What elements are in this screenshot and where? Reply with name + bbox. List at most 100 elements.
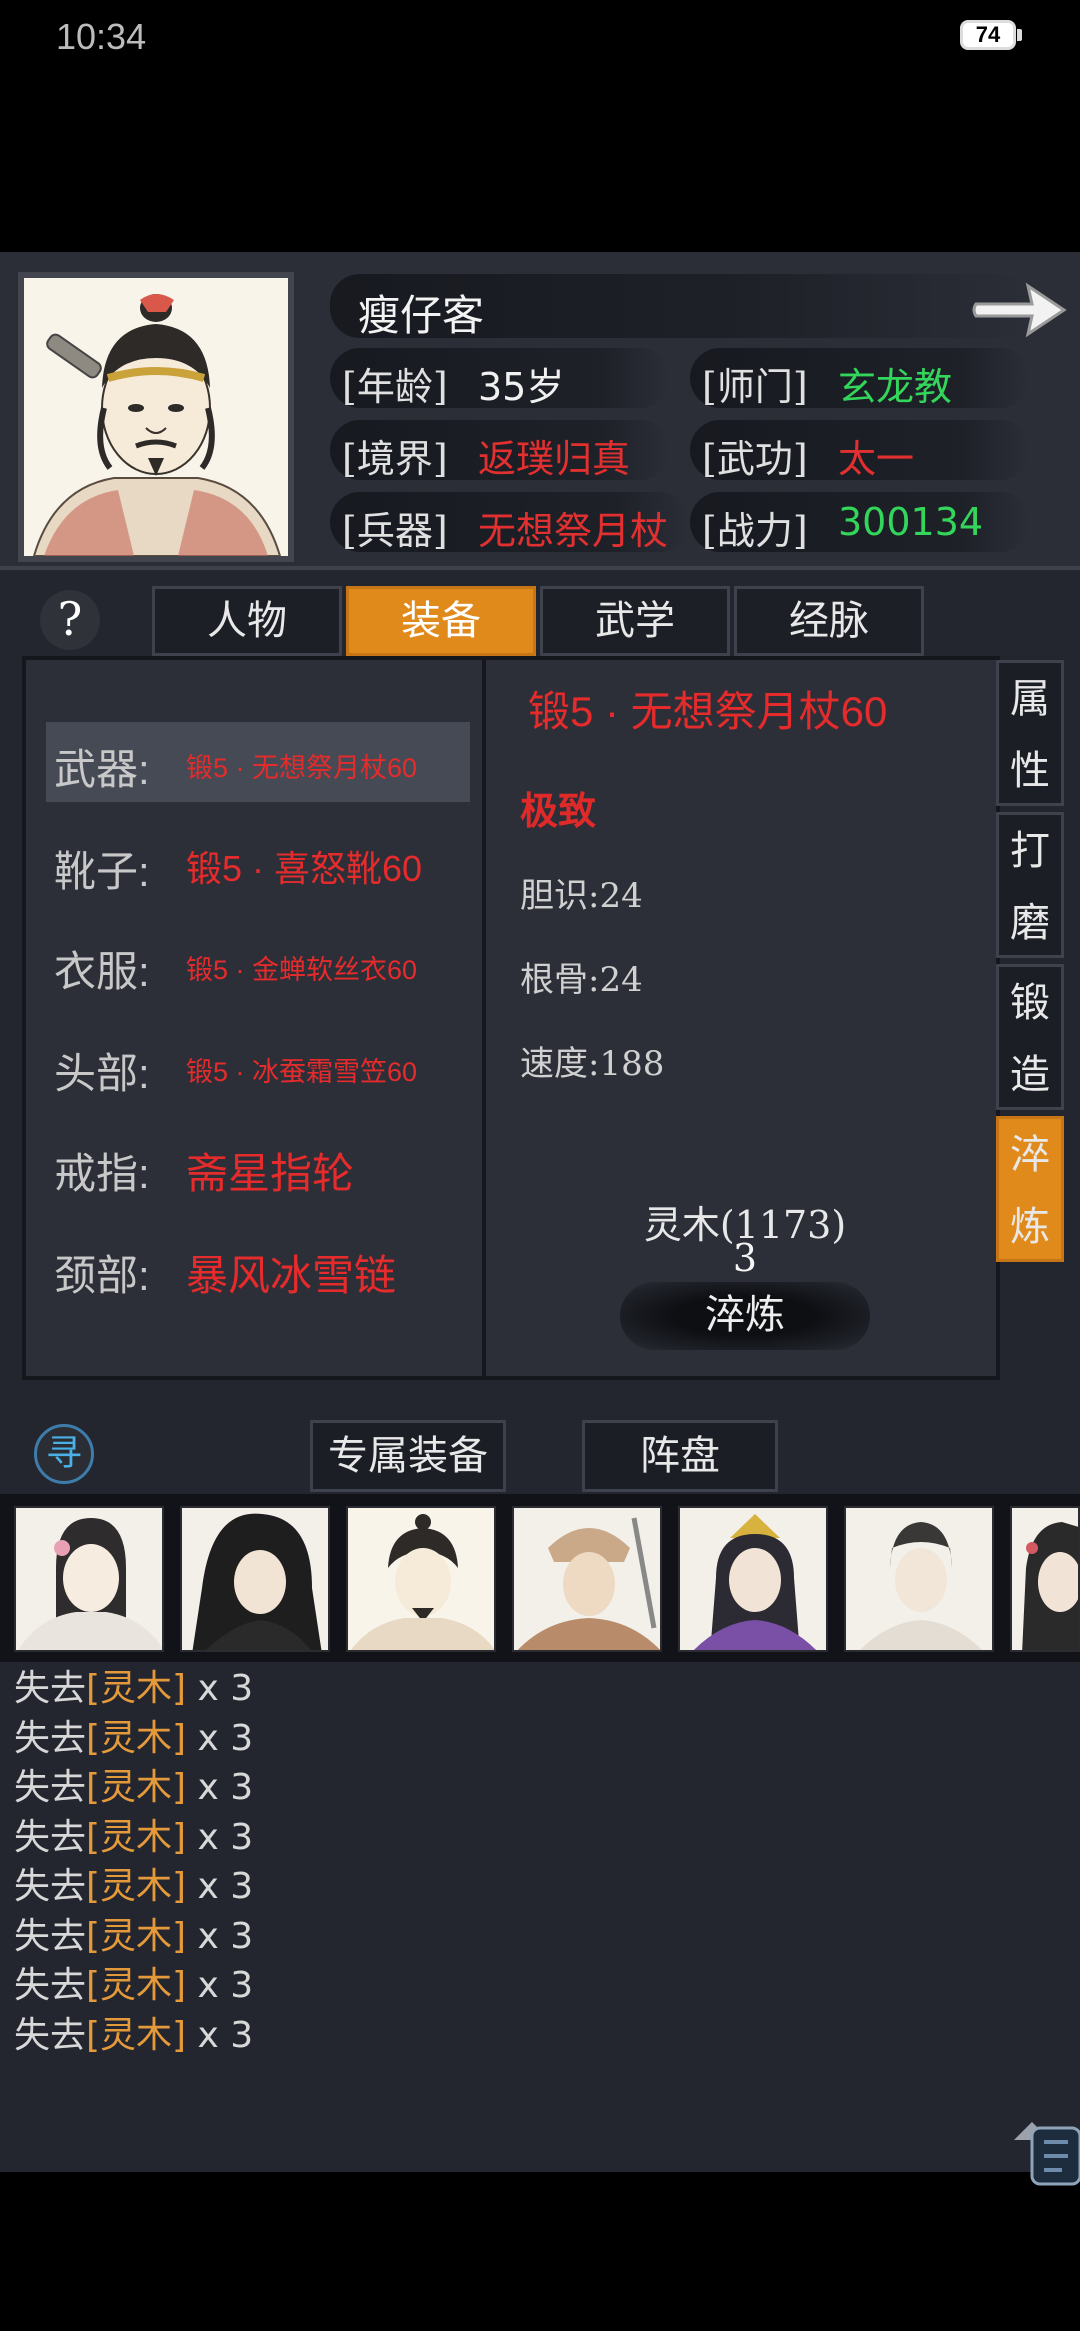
equip-slot-label: 靴子: [54, 848, 150, 895]
side-tab-char: 磨 [1010, 900, 1050, 946]
info-sect-value: 玄龙教 [838, 365, 953, 409]
side-tab-polish[interactable]: 打 磨 [996, 812, 1064, 958]
detail-stat: 速度:188 [520, 1044, 665, 1084]
roster-portrait-art [680, 1508, 826, 1650]
tab-equipment[interactable]: 装备 [346, 586, 536, 656]
log-suffix: x 3 [186, 2014, 254, 2056]
equipment-panel: 武器: 锻5 · 无想祭月杖60 靴子: 锻5 · 喜怒靴60 衣服: 锻5 ·… [22, 656, 1000, 1380]
equip-slot-label: 颈部: [54, 1252, 150, 1299]
equip-row-boots[interactable]: 靴子: 锻5 · 喜怒靴60 [46, 824, 470, 904]
equip-row-ring[interactable]: 戒指: 斋星指轮 [46, 1126, 470, 1206]
side-tab-char: 炼 [1010, 1204, 1050, 1250]
side-tab-char: 造 [1010, 1052, 1050, 1098]
log-line: 失去[灵木] x 3 [14, 1714, 914, 1764]
character-roster [0, 1494, 1080, 1662]
equip-slot-label: 衣服: [54, 948, 150, 995]
roster-portrait[interactable] [678, 1506, 828, 1652]
detail-title: 锻5 · 无想祭月杖60 [528, 688, 888, 735]
log-suffix: x 3 [186, 1767, 254, 1808]
roster-portrait[interactable] [346, 1506, 496, 1652]
equip-row-neck[interactable]: 颈部: 暴风冰雪链 [46, 1228, 470, 1308]
info-weapon: [兵器] 无想祭月杖 [330, 492, 690, 553]
log-prefix: 失去 [14, 1915, 87, 1957]
log-prefix: 失去 [14, 2014, 87, 2056]
log-item: [灵木] [86, 1866, 187, 1907]
next-arrow-button[interactable] [970, 278, 1070, 342]
floating-menu-icon [1014, 2122, 1080, 2186]
info-realm-label: [境界] [342, 437, 448, 481]
tab-character[interactable]: 人物 [152, 586, 342, 656]
equip-slot-label: 武器: [54, 746, 150, 793]
side-tab-attributes[interactable]: 属 性 [996, 660, 1064, 806]
log-suffix: x 3 [186, 1866, 254, 1907]
battery-icon: 74 [960, 20, 1016, 50]
log-suffix: x 3 [186, 1717, 254, 1759]
formation-button[interactable]: 阵盘 [582, 1420, 778, 1492]
side-tab-char: 淬 [1010, 1132, 1050, 1178]
exclusive-equipment-button[interactable]: 专属装备 [310, 1420, 506, 1492]
equipment-detail: 锻5 · 无想祭月杖60 极致 胆识:24 根骨:24 速度:188 灵木(11… [490, 660, 1000, 1376]
log-prefix: 失去 [14, 1668, 87, 1709]
detail-stat: 根骨:24 [520, 960, 643, 1000]
side-tab-char: 锻 [1010, 980, 1050, 1026]
character-name: 瘦仔客 [358, 291, 485, 340]
roster-portrait[interactable] [1010, 1506, 1080, 1652]
equip-name: 暴风冰雪链 [186, 1252, 397, 1299]
equip-slot-label: 戒指: [54, 1150, 150, 1197]
arrow-right-icon [972, 282, 1067, 338]
equip-row-clothes[interactable]: 衣服: 锻5 · 金蝉软丝衣60 [46, 924, 470, 1004]
character-name-row: 瘦仔客 [330, 274, 1030, 340]
log-line: 失去[灵木] x 3 [14, 1961, 914, 2011]
info-skill-label: [武功] [702, 437, 808, 481]
roster-portrait[interactable] [180, 1506, 330, 1652]
side-tab-forge[interactable]: 锻 造 [996, 964, 1064, 1110]
log-suffix: x 3 [186, 1915, 254, 1957]
equip-slot-label: 头部: [54, 1050, 150, 1097]
refine-button[interactable]: 淬炼 [620, 1282, 870, 1350]
roster-portrait-art [348, 1508, 494, 1650]
info-age-label: [年龄] [342, 365, 448, 409]
roster-portrait-art [846, 1508, 992, 1650]
info-age-value: 35岁 [478, 365, 565, 409]
log-line: 失去[灵木] x 3 [14, 1763, 914, 1813]
info-realm-value: 返璞归真 [478, 437, 631, 481]
log-item: [灵木] [86, 1816, 187, 1858]
roster-portrait-art [182, 1508, 328, 1650]
equip-row-weapon[interactable]: 武器: 锻5 · 无想祭月杖60 [46, 722, 470, 802]
message-log: 失去[灵木] x 3 失去[灵木] x 3 失去[灵木] x 3 失去[灵木] … [14, 1664, 914, 2060]
log-item: [灵木] [86, 1717, 187, 1759]
info-weapon-value: 无想祭月杖 [478, 509, 669, 553]
log-prefix: 失去 [14, 1816, 87, 1858]
side-tab-refine[interactable]: 淬 炼 [996, 1116, 1064, 1262]
log-prefix: 失去 [14, 1965, 87, 2006]
log-line: 失去[灵木] x 3 [14, 1912, 914, 1962]
roster-portrait-art [1012, 1508, 1078, 1650]
info-weapon-label: [兵器] [342, 509, 448, 553]
log-item: [灵木] [86, 2014, 187, 2056]
seek-icon[interactable]: 寻 [34, 1424, 94, 1484]
material-count: 3 [732, 1236, 758, 1280]
info-skill-value: 太一 [838, 437, 915, 481]
roster-portrait[interactable] [512, 1506, 662, 1652]
log-line: 失去[灵木] x 3 [14, 2011, 914, 2061]
equipment-list: 武器: 锻5 · 无想祭月杖60 靴子: 锻5 · 喜怒靴60 衣服: 锻5 ·… [34, 668, 482, 1368]
roster-portrait-art [16, 1508, 162, 1650]
roster-portrait[interactable] [14, 1506, 164, 1652]
side-tab-char: 属 [1010, 676, 1050, 722]
log-item: [灵木] [86, 1668, 187, 1709]
roster-portrait[interactable] [844, 1506, 994, 1652]
help-icon[interactable]: ? [40, 590, 100, 650]
log-suffix: x 3 [186, 1965, 254, 2006]
log-suffix: x 3 [186, 1816, 254, 1858]
equip-row-head[interactable]: 头部: 锻5 · 冰蚕霜雪笠60 [46, 1026, 470, 1106]
tab-martial-arts[interactable]: 武学 [540, 586, 730, 656]
battery-tip [1017, 29, 1022, 41]
log-item: [灵木] [86, 1915, 187, 1957]
character-portrait [18, 272, 294, 562]
tab-meridians[interactable]: 经脉 [734, 586, 924, 656]
equip-name: 锻5 · 喜怒靴60 [186, 848, 423, 889]
side-tab-char: 性 [1010, 748, 1050, 794]
equip-name: 锻5 · 金蝉软丝衣60 [186, 955, 418, 985]
log-line: 失去[灵木] x 3 [14, 1862, 914, 1912]
floating-menu-button[interactable] [1010, 2110, 1080, 2190]
